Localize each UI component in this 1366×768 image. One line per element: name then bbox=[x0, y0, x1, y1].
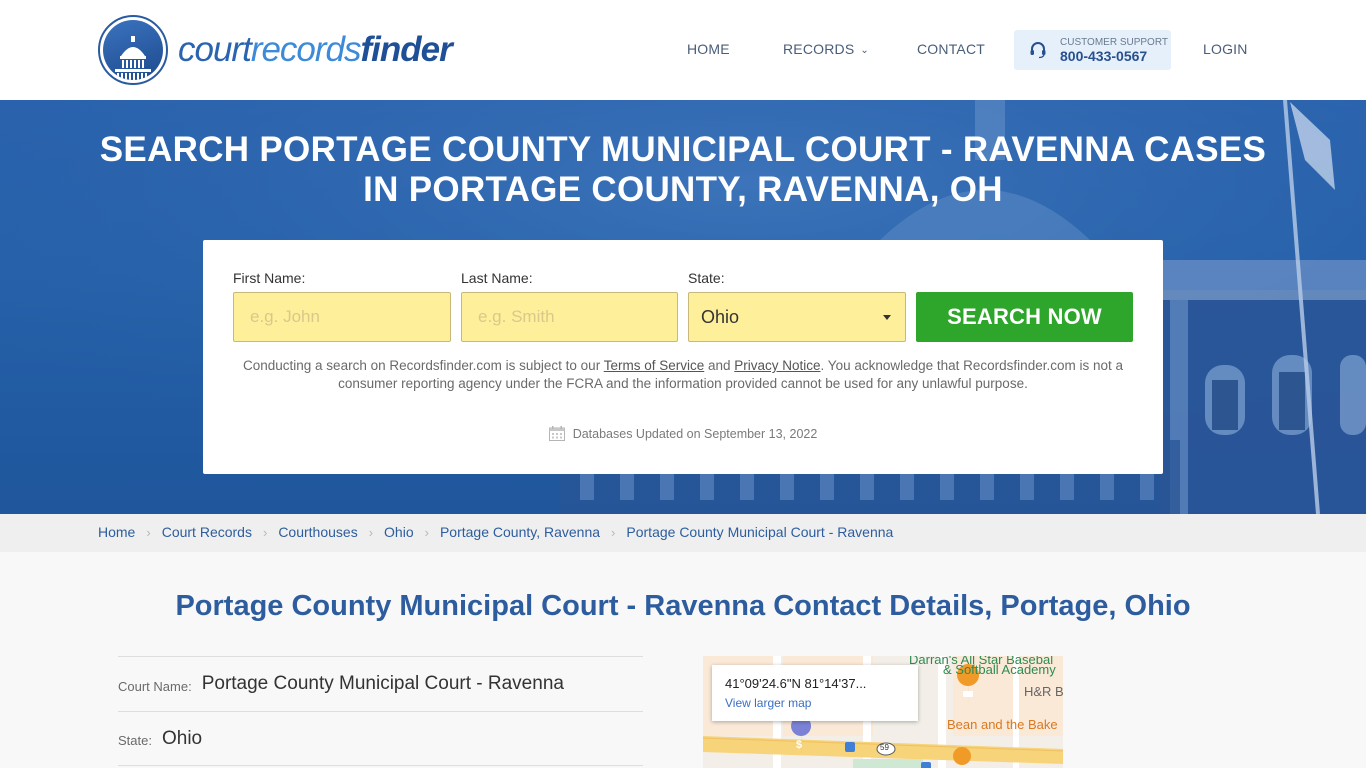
disclaimer-text-2: and bbox=[704, 358, 735, 373]
customer-support-button[interactable]: CUSTOMER SUPPORT 800-433-0567 bbox=[1014, 30, 1171, 70]
breadcrumb-home[interactable]: Home bbox=[98, 524, 135, 540]
nav-records-label: RECORDS bbox=[783, 41, 855, 57]
chevron-right-icon: › bbox=[424, 524, 429, 540]
breadcrumb: Home › Court Records › Courthouses › Ohi… bbox=[0, 514, 1366, 552]
logo-part-records: records bbox=[250, 30, 362, 69]
breadcrumb-portage-county[interactable]: Portage County, Ravenna bbox=[440, 524, 600, 540]
nav-contact[interactable]: CONTACT bbox=[917, 41, 985, 57]
first-name-label: First Name: bbox=[233, 270, 306, 286]
last-name-input[interactable] bbox=[461, 292, 678, 342]
caret-down-icon bbox=[883, 315, 891, 320]
state-select-value: Ohio bbox=[701, 306, 740, 327]
nav-contact-label: CONTACT bbox=[917, 41, 986, 57]
nav-login-label: LOGIN bbox=[1203, 41, 1248, 57]
nav-home-label: HOME bbox=[687, 41, 730, 57]
logo-part-court: court bbox=[178, 30, 252, 69]
map-coordinates: 41°09'24.6"N 81°14'37... bbox=[725, 676, 867, 691]
breadcrumb-ohio[interactable]: Ohio bbox=[384, 524, 414, 540]
chevron-right-icon: › bbox=[262, 524, 268, 540]
detail-label: State: bbox=[118, 733, 152, 748]
chevron-down-icon: ⌄ bbox=[860, 45, 870, 56]
capitol-logo-icon bbox=[98, 15, 168, 85]
logo-part-finder: finder bbox=[360, 30, 453, 69]
location-map[interactable]: $ Darran's All Star Basebal & Softball A… bbox=[703, 656, 1063, 768]
search-disclaimer: Conducting a search on Recordsfinder.com… bbox=[243, 357, 1123, 393]
chevron-right-icon: › bbox=[368, 524, 374, 540]
detail-row-state: State: Ohio bbox=[118, 711, 643, 766]
nav-home[interactable]: HOME bbox=[687, 41, 730, 57]
restaurant-marker-icon bbox=[953, 747, 971, 765]
hero-title-line2: IN PORTAGE COUNTY, RAVENNA, OH bbox=[363, 170, 1003, 209]
breadcrumb-current-court[interactable]: Portage County Municipal Court - Ravenna bbox=[626, 524, 893, 540]
state-label: State: bbox=[688, 270, 725, 286]
breadcrumb-courthouses[interactable]: Courthouses bbox=[278, 524, 357, 540]
svg-text:$: $ bbox=[796, 739, 802, 751]
map-poi-bakery: Bean and the Bake bbox=[947, 717, 1058, 732]
terms-of-service-link[interactable]: Terms of Service bbox=[604, 358, 705, 373]
search-form: First Name: Last Name: State: Ohio SEARC… bbox=[203, 240, 1163, 474]
last-name-label: Last Name: bbox=[461, 270, 533, 286]
hero-title-line1: SEARCH PORTAGE COUNTY MUNICIPAL COURT - … bbox=[99, 130, 1267, 169]
bus-stop-icon bbox=[921, 762, 931, 768]
state-select[interactable]: Ohio bbox=[688, 292, 906, 342]
detail-value: Portage County Municipal Court - Ravenna bbox=[201, 673, 564, 694]
breadcrumb-court-records[interactable]: Court Records bbox=[162, 524, 252, 540]
detail-row-court-name: Court Name: Portage County Municipal Cou… bbox=[118, 656, 643, 711]
database-updated-text: Databases Updated on September 13, 2022 bbox=[572, 426, 818, 441]
chevron-right-icon: › bbox=[611, 524, 616, 540]
disclaimer-text-1: Conducting a search on Recordsfinder.com… bbox=[243, 358, 604, 373]
bus-stop-icon bbox=[845, 742, 855, 752]
first-name-input[interactable] bbox=[233, 292, 451, 342]
hero-banner: SEARCH PORTAGE COUNTY MUNICIPAL COURT - … bbox=[0, 100, 1366, 514]
nav-login[interactable]: LOGIN bbox=[1203, 41, 1248, 57]
map-poi-hr-block: H&R B bbox=[1024, 684, 1063, 699]
chevron-right-icon: › bbox=[146, 524, 151, 540]
view-larger-map-link[interactable]: View larger map bbox=[725, 696, 811, 710]
site-header: courtrecordsfinder HOME RECORDS ⌄ CONTACT… bbox=[0, 0, 1366, 100]
search-now-label: SEARCH NOW bbox=[947, 304, 1102, 329]
support-label: CUSTOMER SUPPORT bbox=[1060, 36, 1168, 48]
map-info-card: 41°09'24.6"N 81°14'37... View larger map bbox=[712, 665, 918, 721]
nav-records[interactable]: RECORDS ⌄ bbox=[783, 41, 869, 57]
page-title: Portage County Municipal Court - Ravenna… bbox=[175, 590, 1191, 622]
site-logo[interactable]: courtrecordsfinder bbox=[98, 15, 453, 85]
hero-title: SEARCH PORTAGE COUNTY MUNICIPAL COURT - … bbox=[0, 130, 1366, 210]
court-details: Court Name: Portage County Municipal Cou… bbox=[118, 656, 643, 766]
map-route-label: 59 bbox=[880, 743, 889, 752]
search-now-button[interactable]: SEARCH NOW bbox=[916, 292, 1133, 342]
calendar-icon bbox=[548, 426, 565, 441]
map-poi-academy-line2: & Softball Academy bbox=[943, 662, 1056, 677]
logo-wordmark: courtrecordsfinder bbox=[178, 30, 453, 70]
headset-icon bbox=[1030, 42, 1046, 59]
privacy-notice-link[interactable]: Privacy Notice bbox=[734, 358, 820, 373]
detail-value: Ohio bbox=[161, 727, 203, 749]
detail-label: Court Name: bbox=[118, 678, 192, 694]
support-phone: 800-433-0567 bbox=[1060, 47, 1148, 64]
database-updated: Databases Updated on September 13, 2022 bbox=[203, 426, 1163, 441]
